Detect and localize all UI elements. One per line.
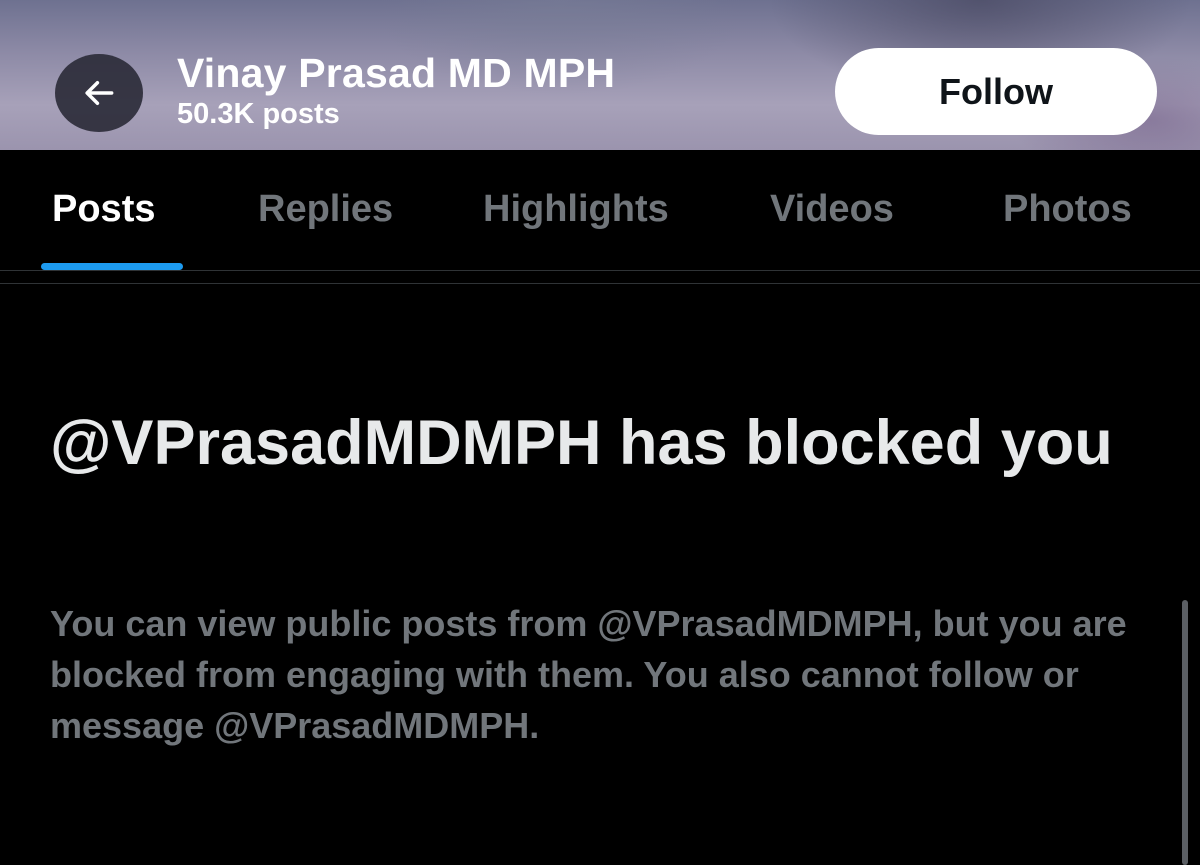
tab-replies[interactable]: Replies [258, 188, 393, 231]
tab-posts[interactable]: Posts [52, 188, 155, 231]
blocked-description: You can view public posts from @VPrasadM… [50, 603, 1127, 746]
profile-header: Vinay Prasad MD MPH 50.3K posts Follow [0, 0, 1200, 150]
content-divider [0, 283, 1200, 284]
profile-name: Vinay Prasad MD MPH [177, 50, 616, 96]
tabs-divider [0, 270, 1200, 271]
arrow-left-icon [85, 80, 114, 106]
profile-tabs: Posts Replies Highlights Videos Photos [0, 150, 1200, 270]
follow-button[interactable]: Follow [835, 48, 1157, 135]
scrollbar[interactable] [1182, 600, 1188, 865]
tab-photos[interactable]: Photos [1003, 188, 1132, 231]
blocked-title: @VPrasadMDMPH has blocked you [50, 408, 1113, 478]
back-button[interactable] [55, 54, 143, 132]
tab-highlights[interactable]: Highlights [483, 188, 669, 231]
tab-videos[interactable]: Videos [770, 188, 894, 231]
active-tab-indicator [41, 263, 183, 270]
profile-page: Vinay Prasad MD MPH 50.3K posts Follow P… [0, 0, 1200, 865]
post-count: 50.3K posts [177, 98, 340, 130]
